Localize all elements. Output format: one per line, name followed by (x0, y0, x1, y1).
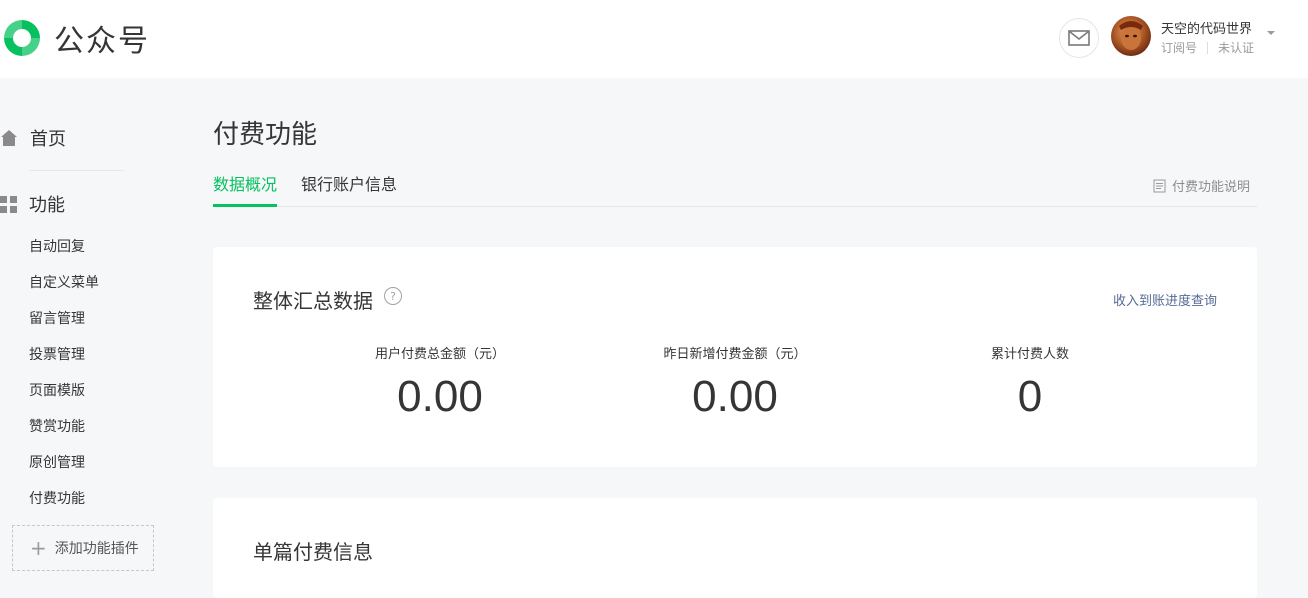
avatar-image-icon (1119, 21, 1143, 50)
account-dropdown-icon[interactable] (1267, 31, 1275, 35)
mail-icon (1068, 30, 1090, 46)
document-icon (1153, 179, 1166, 192)
avatar[interactable] (1111, 16, 1151, 56)
divider (1207, 41, 1209, 54)
sidebar-item-custom-menu[interactable]: 自定义菜单 (29, 273, 99, 293)
sidebar-item-comments[interactable]: 留言管理 (29, 309, 85, 329)
stat-label-yesterday-amount: 昨日新增付费金额（元） (663, 347, 807, 362)
account-meta: 订阅号 未认证 (1161, 39, 1254, 56)
paid-feature-doc-link[interactable]: 付费功能说明 (1153, 176, 1250, 195)
stat-value-total-amount: 0.00 (397, 372, 483, 421)
sidebar-section-label: 功能 (29, 195, 65, 216)
add-plugin-label: 添加功能插件 (54, 541, 139, 557)
help-icon[interactable]: ? (384, 287, 402, 305)
sidebar-item-functions[interactable]: 功能 (0, 190, 65, 218)
account-type: 订阅号 (1161, 41, 1198, 55)
sidebar-item-original[interactable]: 原创管理 (29, 453, 85, 473)
stat-label-payer-count: 累计付费人数 (990, 347, 1069, 362)
sidebar-item-paid[interactable]: 付费功能 (29, 489, 85, 509)
sidebar-item-home[interactable]: 首页 (0, 124, 66, 152)
plus-icon: + (30, 536, 47, 560)
sidebar-item-reward[interactable]: 赞赏功能 (29, 417, 85, 437)
stat-label-total-amount: 用户付费总金额（元） (374, 347, 505, 362)
sidebar-item-label: 首页 (30, 129, 66, 150)
stat-value-yesterday-amount: 0.00 (692, 372, 778, 421)
logo-text: 公众号 (54, 24, 150, 59)
home-icon (1, 130, 17, 146)
summary-card: 整体汇总数据 ? 收入到账进度查询 用户付费总金额（元） 0.00 昨日新增付费… (213, 247, 1257, 467)
summary-title: 整体汇总数据 (253, 289, 373, 313)
single-paid-card: 单篇付费信息 (213, 498, 1257, 598)
top-header: 公众号 天空的代码世界 订阅号 未认证 (0, 0, 1308, 78)
sidebar-item-page-templates[interactable]: 页面模版 (29, 381, 85, 401)
verification-status: 未认证 (1218, 41, 1255, 55)
tabs-divider (213, 206, 1257, 207)
wechat-mp-logo-icon (4, 20, 40, 56)
sidebar-item-auto-reply[interactable]: 自动回复 (29, 237, 85, 257)
logo[interactable]: 公众号 (0, 16, 150, 60)
tab-bank-account[interactable]: 银行账户信息 (301, 173, 397, 197)
account-name[interactable]: 天空的代码世界 (1161, 18, 1252, 37)
single-paid-title: 单篇付费信息 (253, 540, 373, 564)
tab-data-overview[interactable]: 数据概况 (213, 173, 277, 197)
grid-icon (0, 195, 17, 213)
stat-value-payer-count: 0 (1017, 372, 1043, 421)
sidebar-divider (29, 170, 124, 171)
page-title: 付费功能 (213, 120, 318, 150)
doc-link-label: 付费功能说明 (1172, 180, 1251, 195)
message-button[interactable] (1059, 18, 1099, 58)
add-plugin-button[interactable]: + 添加功能插件 (12, 525, 154, 571)
income-progress-link[interactable]: 收入到账进度查询 (1113, 290, 1217, 309)
active-tab-indicator (213, 204, 277, 207)
sidebar-item-votes[interactable]: 投票管理 (29, 345, 85, 365)
